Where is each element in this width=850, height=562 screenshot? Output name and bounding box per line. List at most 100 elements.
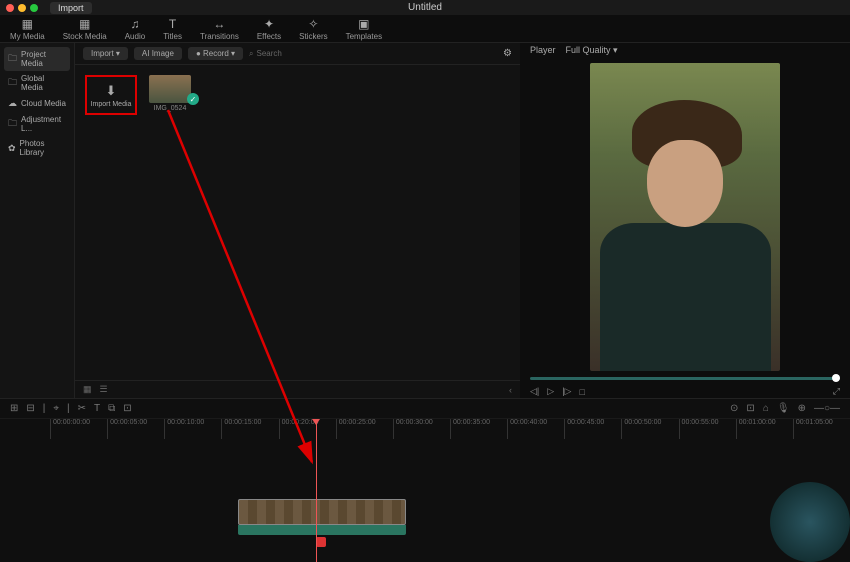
media-panel: Import ▾ AI Image ● Record ▾ ⌕ Search ⚙ …	[75, 43, 520, 398]
media-panel-toolbar: Import ▾ AI Image ● Record ▾ ⌕ Search ⚙	[75, 43, 520, 65]
tl-tool-3[interactable]: ⌖	[53, 403, 59, 414]
tool-transitions[interactable]: ↔Transitions	[200, 17, 239, 41]
stop-button[interactable]: □	[579, 387, 584, 397]
timeline-toolbar: ⊞ ⊟ | ⌖ | ✂ T ⧉ ⊡ ⊙ ⊡ ⌂ 🎙 ⊕ —○—	[0, 399, 850, 419]
minimize-icon[interactable]	[18, 4, 26, 12]
tool-my-media[interactable]: ▦My Media	[10, 17, 45, 41]
tl-rtool-0[interactable]: ⊙	[730, 403, 738, 414]
tl-tool-1[interactable]: ⊟	[26, 403, 34, 414]
view-list-icon[interactable]: ☰	[100, 384, 108, 395]
tl-rtool-1[interactable]: ⊡	[746, 403, 754, 414]
ai-image-button[interactable]: AI Image	[134, 47, 182, 60]
tl-rtool-3[interactable]: 🎙	[777, 403, 790, 414]
main-area: 🗀Project Media🗀Global Media☁Cloud Media🗀…	[0, 43, 850, 398]
search-placeholder: Search	[257, 49, 282, 58]
folder-icon: ✿	[8, 143, 16, 154]
sidebar-item-global-media[interactable]: 🗀Global Media	[4, 71, 70, 95]
tool-templates[interactable]: ▣Templates	[346, 17, 382, 41]
import-media-label: Import Media	[91, 101, 132, 108]
titles-icon: T	[169, 17, 176, 31]
expand-icon[interactable]: ⤢	[833, 386, 840, 397]
ruler-tick: 00:00:20:00	[279, 419, 336, 439]
tl-tool-5[interactable]: ✂	[78, 403, 86, 414]
tool-stickers[interactable]: ✧Stickers	[299, 17, 327, 41]
sidebar-item-adjustment-layers[interactable]: 🗀Adjustment L...	[4, 112, 70, 136]
ruler-tick: 00:00:25:00	[336, 419, 393, 439]
ruler-tick: 00:00:10:00	[164, 419, 221, 439]
sidebar-item-cloud-media[interactable]: ☁ Cloud Media	[4, 95, 70, 112]
tl-rtool-4[interactable]: ⊕	[798, 403, 806, 414]
titlebar: Import Untitled	[0, 0, 850, 15]
sidebar-label: Global Media	[21, 74, 66, 92]
collapse-icon[interactable]: ‹	[509, 385, 512, 395]
tl-tool-6[interactable]: T	[94, 403, 100, 414]
player-toolbar: Player Full Quality ▾	[520, 43, 850, 57]
tool-titles[interactable]: TTitles	[163, 17, 182, 41]
search-icon: ⌕	[249, 49, 253, 59]
window-controls	[6, 4, 38, 12]
tl-rtool-2[interactable]: ⌂	[763, 403, 769, 414]
import-menu-button[interactable]: Import	[50, 2, 92, 14]
folder-icon: 🗀	[8, 116, 17, 132]
tool-label: Transitions	[200, 32, 239, 41]
folder-icon: ☁	[8, 98, 17, 109]
tl-tool-4[interactable]: |	[67, 403, 70, 414]
video-preview	[590, 63, 780, 371]
my-media-icon: ▦	[22, 17, 33, 31]
tool-audio[interactable]: ♫Audio	[125, 17, 145, 41]
media-panel-footer: ▦ ☰ ‹	[75, 380, 520, 398]
quality-dropdown[interactable]: Full Quality ▾	[566, 45, 618, 56]
player-tab[interactable]: Player	[530, 45, 556, 55]
media-sidebar: 🗀Project Media🗀Global Media☁Cloud Media🗀…	[0, 43, 75, 398]
delete-marker-icon[interactable]	[316, 537, 326, 547]
sidebar-label: Cloud Media	[21, 99, 66, 108]
prev-frame-button[interactable]: ◁|	[530, 386, 539, 397]
player-viewport[interactable]	[520, 57, 850, 377]
tl-tool-7[interactable]: ⧉	[108, 403, 115, 414]
folder-icon: 🗀	[8, 75, 17, 91]
timeline-body[interactable]: ■🔒👁◇ ■🔒👁◇	[0, 439, 850, 562]
sidebar-label: Adjustment L...	[21, 115, 66, 133]
playback-bar[interactable]	[520, 377, 850, 385]
sidebar-item-project-media[interactable]: 🗀Project Media	[4, 47, 70, 71]
close-icon[interactable]	[6, 4, 14, 12]
ruler-tick: 00:01:05:00	[793, 419, 850, 439]
timeline-video-clip[interactable]	[238, 499, 406, 525]
tool-label: Titles	[163, 32, 182, 41]
sidebar-item-photos-library[interactable]: ✿Photos Library	[4, 136, 70, 160]
tl-tool-0[interactable]: ⊞	[10, 403, 18, 414]
media-clip[interactable]: IMG_0524 ✓	[149, 75, 191, 112]
timeline-ruler[interactable]: 00:00:00:0000:00:05:0000:00:10:0000:00:1…	[0, 419, 850, 439]
sidebar-label: Project Media	[21, 50, 66, 68]
document-title: Untitled	[408, 2, 442, 13]
filter-icon[interactable]: ⚙	[503, 48, 512, 59]
record-dropdown[interactable]: ● Record ▾	[188, 47, 243, 60]
timeline-playhead[interactable]	[316, 419, 317, 562]
audio-icon: ♫	[130, 17, 139, 31]
templates-icon: ▣	[358, 17, 369, 31]
ruler-tick: 00:00:40:00	[507, 419, 564, 439]
chevron-down-icon: ▾	[613, 45, 618, 55]
timeline-panel: ⊞ ⊟ | ⌖ | ✂ T ⧉ ⊡ ⊙ ⊡ ⌂ 🎙 ⊕ —○— 00:00:00:0000:00:05:0…	[0, 398, 850, 562]
playhead-handle[interactable]	[832, 374, 840, 382]
timeline-audio-clip[interactable]	[238, 525, 406, 535]
tl-rtool-5[interactable]: —○—	[814, 403, 840, 414]
tl-tool-8[interactable]: ⊡	[123, 403, 131, 414]
play-button[interactable]: ▷	[547, 386, 554, 397]
search-field[interactable]: ⌕ Search	[249, 49, 497, 59]
playback-track	[530, 377, 840, 380]
tool-label: Templates	[346, 32, 382, 41]
next-frame-button[interactable]: |▷	[562, 386, 571, 397]
tl-tool-2[interactable]: |	[43, 403, 46, 414]
view-grid-icon[interactable]: ▦	[83, 384, 92, 395]
import-dropdown[interactable]: Import ▾	[83, 47, 128, 60]
playback-controls: ◁| ▷ |▷ □ ⤢	[520, 385, 850, 398]
transitions-icon: ↔	[213, 17, 225, 31]
tool-effects[interactable]: ✦Effects	[257, 17, 281, 41]
ruler-tick: 00:00:05:00	[107, 419, 164, 439]
maximize-icon[interactable]	[30, 4, 38, 12]
ruler-tick: 00:00:35:00	[450, 419, 507, 439]
import-media-button[interactable]: ⬇ Import Media	[85, 75, 137, 115]
tool-stock-media[interactable]: ▦Stock Media	[63, 17, 107, 41]
tool-label: My Media	[10, 32, 45, 41]
